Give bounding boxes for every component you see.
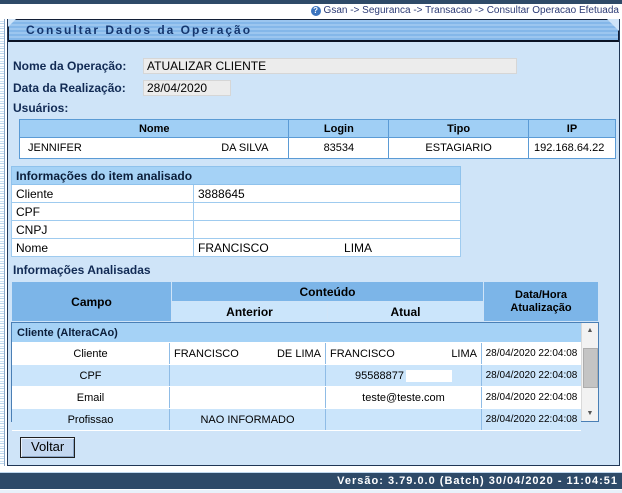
item-row-cpf: CPF xyxy=(12,203,461,221)
analysis-atual xyxy=(326,409,482,430)
users-cell-tipo: ESTAGIARIO xyxy=(389,138,529,159)
footer-version-bar: Versão: 3.79.0.0 (Batch) 30/04/2020 - 11… xyxy=(0,473,622,489)
analysis-row-email: Email teste@teste.com 28/04/2020 22:04:0… xyxy=(12,387,581,409)
analysis-campo: Profissao xyxy=(12,409,170,430)
users-header-nome: Nome xyxy=(20,120,289,138)
item-value-cpf xyxy=(194,203,461,221)
analysis-anterior: NAO INFORMADO xyxy=(170,409,326,430)
users-label: Usuários: xyxy=(11,101,616,115)
item-analysed-table: Informações do item analisado Cliente 38… xyxy=(11,166,461,257)
gsan-screen: ? Gsan -> Seguranca -> Transacao -> Cons… xyxy=(0,0,622,493)
vertical-scrollbar[interactable]: ▲ ▼ xyxy=(581,323,598,421)
users-header-ip: IP xyxy=(529,120,616,138)
users-table: Nome Login Tipo IP JENNIFER DA SILVA 835… xyxy=(19,119,616,159)
voltar-button[interactable]: Voltar xyxy=(20,437,75,458)
analysis-anterior xyxy=(170,365,326,386)
breadcrumb: Gsan -> Seguranca -> Transacao -> Consul… xyxy=(324,5,619,16)
help-icon[interactable]: ? xyxy=(311,6,321,16)
item-row-nome: Nome FRANCISCO LIMA xyxy=(12,239,461,257)
item-value-cnpj xyxy=(194,221,461,239)
redaction-box xyxy=(406,370,452,382)
analysis-datahora: 28/04/2020 22:04:08 xyxy=(482,343,581,364)
main-panel: Consultar Dados da Operação Nome da Oper… xyxy=(7,19,620,466)
left-decoration-stripe xyxy=(0,19,5,466)
item-label-cpf: CPF xyxy=(12,203,194,221)
item-row-cliente: Cliente 3888645 xyxy=(12,185,461,203)
analysis-row-cliente: Cliente FRANCISCO DE LIMA FRANCISCO LIMA… xyxy=(12,343,581,365)
item-label-cnpj: CNPJ xyxy=(12,221,194,239)
users-header-login: Login xyxy=(289,120,389,138)
analysis-campo: Cliente xyxy=(12,343,170,364)
item-label-cliente: Cliente xyxy=(12,185,194,203)
version-text: Versão: 3.79.0.0 (Batch) 30/04/2020 - 11… xyxy=(337,475,618,487)
breadcrumb-row: ? Gsan -> Seguranca -> Transacao -> Cons… xyxy=(0,4,622,17)
analysis-header-datahora: Data/Hora Atualização xyxy=(484,282,599,322)
analysis-header-anterior: Anterior xyxy=(172,302,328,322)
item-nome-last: LIMA xyxy=(344,241,372,255)
item-nome-first: FRANCISCO xyxy=(198,241,269,255)
analysis-datahora: 28/04/2020 22:04:08 xyxy=(482,365,581,386)
page-title-tab: Consultar Dados da Operação xyxy=(8,19,619,42)
users-cell-ip: 192.168.64.22 xyxy=(529,138,616,159)
users-cell-nome: JENNIFER DA SILVA xyxy=(20,138,289,159)
item-analysed-title: Informações do item analisado xyxy=(12,167,461,185)
scrollbar-track[interactable] xyxy=(582,338,599,406)
analysis-row-profissao: Profissao NAO INFORMADO 28/04/2020 22:04… xyxy=(12,409,581,431)
item-value-nome: FRANCISCO LIMA xyxy=(194,239,461,257)
footer-bottom-strip xyxy=(0,489,622,493)
analysis-datahora: 28/04/2020 22:04:08 xyxy=(482,409,581,430)
analysis-section-label: Informações Analisadas xyxy=(11,263,616,277)
users-header-row: Nome Login Tipo IP xyxy=(20,120,616,138)
analysis-atual: FRANCISCO LIMA xyxy=(326,343,482,364)
scrollbar-thumb[interactable] xyxy=(583,348,598,388)
analysis-table-body: Cliente (AlteraCAo) Cliente FRANCISCO DE… xyxy=(11,322,599,422)
content-area: Nome da Operação: ATUALIZAR CLIENTE Data… xyxy=(8,42,619,465)
realization-date-field[interactable]: 28/04/2020 xyxy=(143,80,231,96)
operation-name-label: Nome da Operação: xyxy=(11,59,143,73)
item-label-nome: Nome xyxy=(12,239,194,257)
item-value-cliente: 3888645 xyxy=(194,185,461,203)
user-last-name: DA SILVA xyxy=(221,142,268,154)
operation-name-field[interactable]: ATUALIZAR CLIENTE xyxy=(143,58,517,74)
page-title: Consultar Dados da Operação xyxy=(26,23,252,37)
users-data-row: JENNIFER DA SILVA 83534 ESTAGIARIO 192.1… xyxy=(20,138,616,159)
analysis-table-header: Campo Conteúdo Data/Hora Atualização Ant… xyxy=(11,281,599,322)
analysis-anterior xyxy=(170,387,326,408)
scroll-up-icon[interactable]: ▲ xyxy=(582,323,599,338)
analysis-campo: Email xyxy=(12,387,170,408)
realization-date-label: Data da Realização: xyxy=(11,81,143,95)
analysis-datahora: 28/04/2020 22:04:08 xyxy=(482,387,581,408)
user-first-name: JENNIFER xyxy=(28,142,82,154)
users-cell-login: 83534 xyxy=(289,138,389,159)
analysis-atual: teste@teste.com xyxy=(326,387,482,408)
analysis-atual: 95588877 xyxy=(326,365,482,386)
scroll-down-icon[interactable]: ▼ xyxy=(582,406,599,421)
analysis-row-cpf: CPF 95588877 28/04/2020 22:04:08 xyxy=(12,365,581,387)
analysis-header-atual: Atual xyxy=(328,302,484,322)
analysis-header-conteudo: Conteúdo xyxy=(172,282,484,302)
analysis-campo: CPF xyxy=(12,365,170,386)
analysis-group-row: Cliente (AlteraCAo) xyxy=(12,323,581,343)
item-row-cnpj: CNPJ xyxy=(12,221,461,239)
users-header-tipo: Tipo xyxy=(389,120,529,138)
analysis-header-campo: Campo xyxy=(12,282,172,322)
analysis-anterior: FRANCISCO DE LIMA xyxy=(170,343,326,364)
